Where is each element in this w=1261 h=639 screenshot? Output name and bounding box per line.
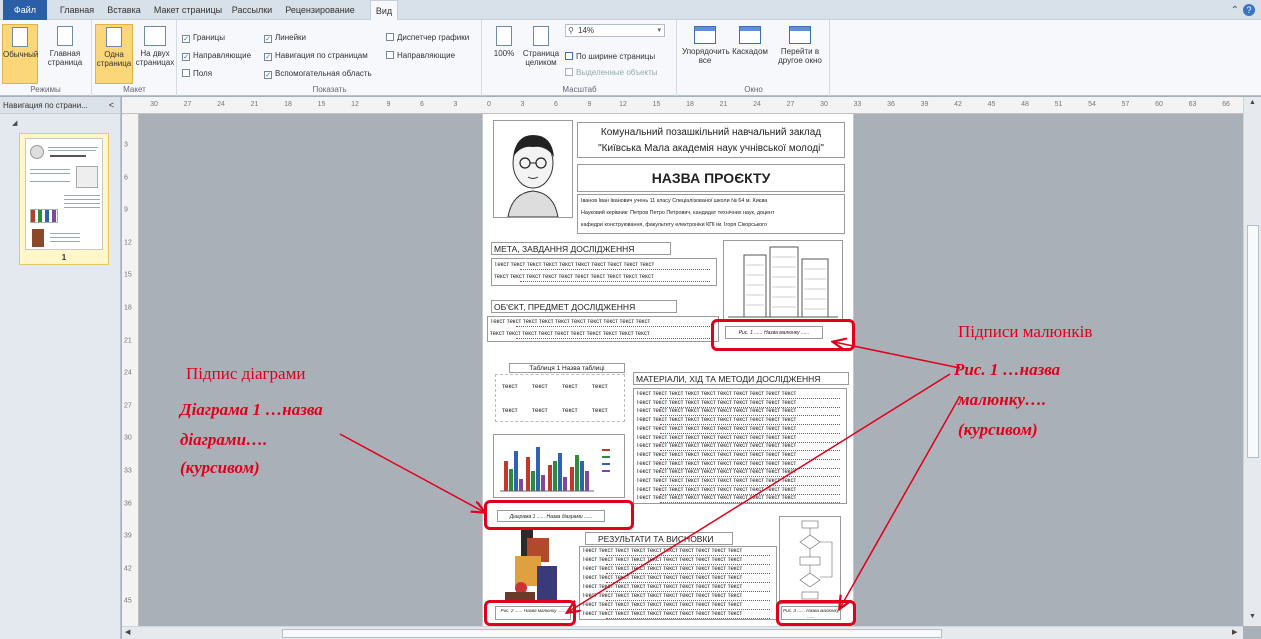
publisher-window: Файл Главная Вставка Макет страницы Расс… (0, 0, 1261, 639)
annotation-figure-heading: Підписи малюнків (958, 322, 1093, 341)
annotation-figure-line-2: малюнку…. (958, 390, 1047, 409)
annotation-arrows (339, 0, 961, 639)
annotation-diagram-line-1: Діаграма 1 …назва (180, 400, 323, 419)
annotation-figure-line-3: (курсивом) (958, 420, 1038, 439)
annotation-figure-line-1: Рис. 1 …назва (954, 360, 1061, 379)
annotation-diagram-heading: Підпис діаграми (186, 364, 306, 383)
annotation-diagram-line-3: (курсивом) (180, 458, 260, 477)
annotation-diagram-line-2: діаграми…. (180, 430, 268, 449)
